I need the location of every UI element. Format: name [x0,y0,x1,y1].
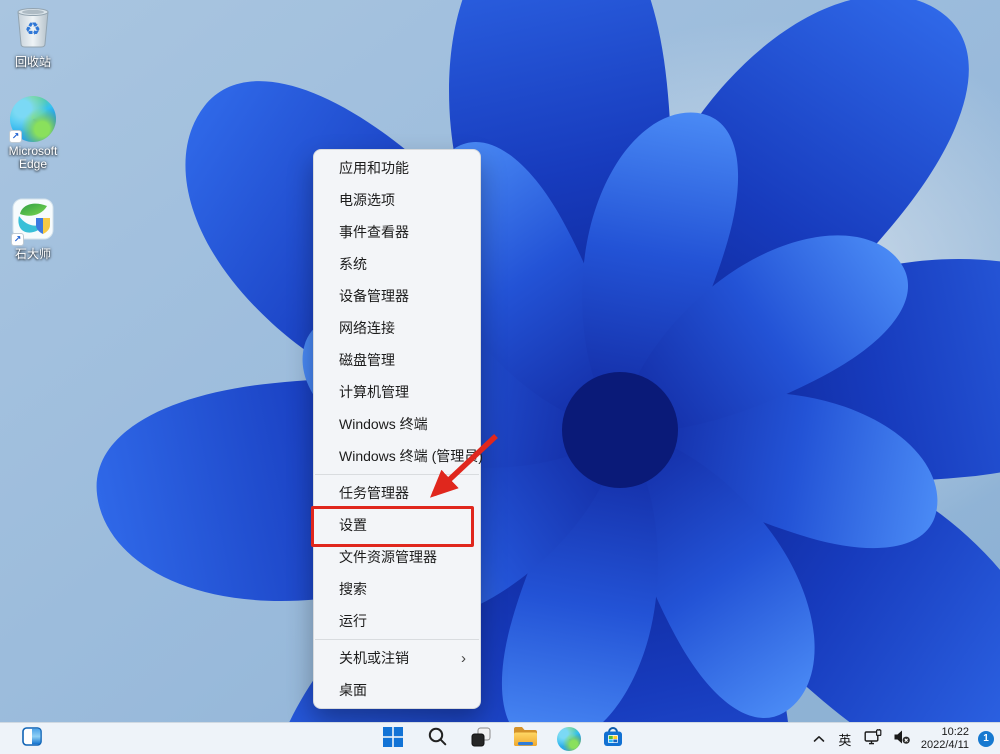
volume-muted-icon [893,729,911,750]
menu-item-label: 设置 [339,515,470,535]
wallpaper-bloom [0,0,1000,754]
hidden-icons-chevron-icon [813,730,825,748]
menu-item-label: 运行 [339,611,470,631]
search-icon [427,726,448,752]
winx-menu-list: 应用和功能电源选项事件查看器系统设备管理器网络连接磁盘管理计算机管理 Window… [314,152,480,706]
menu-item-label: 应用和功能 [339,158,470,178]
menu-item-label: 文件资源管理器 [339,547,470,567]
file-explorer-icon [513,726,538,752]
file-explorer-button[interactable] [513,726,537,752]
network-button[interactable] [863,726,883,752]
menu-item-settings[interactable]: 设置 [314,509,480,541]
menu-item-system[interactable]: 系统 [314,248,480,280]
menu-item-device-manager[interactable]: 设备管理器 [314,280,480,312]
start-icon [382,726,404,753]
menu-item-shutdown-signout[interactable]: 关机或注销› [314,642,480,674]
shortcut-arrow-icon: ↗ [9,130,22,143]
clock-time: 10:22 [921,726,969,739]
menu-item-label: 网络连接 [339,318,470,338]
svg-text:♻: ♻ [25,19,41,40]
widgets-button[interactable] [20,726,44,752]
menu-divider [315,639,479,640]
menu-item-label: 事件查看器 [339,222,470,242]
desktop-icon-label: Microsoft Edge [2,145,64,171]
menu-item-computer-management[interactable]: 计算机管理 [314,376,480,408]
menu-item-apps-features[interactable]: 应用和功能 [314,152,480,184]
clock-date: 2022/4/11 [921,739,969,752]
menu-item-label: Windows 终端 [339,414,470,434]
menu-item-windows-terminal[interactable]: Windows 终端 [314,408,480,440]
menu-item-label: 计算机管理 [339,382,470,402]
hidden-icons-button[interactable] [811,726,827,752]
submenu-chevron-icon: › [461,650,466,667]
clock[interactable]: 10:22 2022/4/11 [921,726,969,752]
menu-item-search[interactable]: 搜索 [314,573,480,605]
task-view-icon [470,726,492,753]
ime-indicator[interactable]: 英 [836,726,854,752]
ime-label: 英 [838,730,851,749]
menu-item-label: 关机或注销 [339,648,461,668]
menu-item-label: 设备管理器 [339,286,470,306]
menu-item-event-viewer[interactable]: 事件查看器 [314,216,480,248]
shortcut-arrow-icon: ↗ [11,233,24,246]
menu-item-network-connections[interactable]: 网络连接 [314,312,480,344]
ethernet-icon [864,729,882,750]
menu-item-label: 电源选项 [339,190,470,210]
winx-context-menu: 应用和功能电源选项事件查看器系统设备管理器网络连接磁盘管理计算机管理 Window… [313,149,481,709]
notification-badge[interactable]: 1 [978,731,994,747]
store-icon [601,725,625,754]
menu-item-label: 任务管理器 [339,483,470,503]
recycle-bin-icon: ♻ [13,4,53,53]
desktop-icon-recycle-bin[interactable]: ♻ 回收站 [2,4,64,69]
desktop: ♻ 回收站 ↗ Microsoft Edge [0,0,1000,754]
menu-item-task-manager[interactable]: 任务管理器 [314,477,480,509]
menu-item-label: 系统 [339,254,470,274]
menu-item-label: 桌面 [339,680,470,700]
volume-button[interactable] [892,726,912,752]
widgets-icon [22,727,42,751]
menu-item-file-explorer[interactable]: 文件资源管理器 [314,541,480,573]
edge-icon [557,727,581,751]
desktop-icon-shi-da-shi[interactable]: ↗ 石大师 [2,198,64,261]
menu-item-windows-terminal-admin[interactable]: Windows 终端 (管理员) [314,440,480,472]
start-button[interactable] [381,726,405,752]
menu-item-disk-management[interactable]: 磁盘管理 [314,344,480,376]
task-view-button[interactable] [469,726,493,752]
menu-divider [315,474,479,475]
taskbar: 英 [0,722,1000,754]
menu-item-label: 磁盘管理 [339,350,470,370]
menu-item-label: 搜索 [339,579,470,599]
menu-item-label: Windows 终端 (管理员) [339,446,483,466]
store-button[interactable] [601,726,625,752]
edge-button[interactable] [557,726,581,752]
desktop-icon-microsoft-edge[interactable]: ↗ Microsoft Edge [2,96,64,171]
search-button[interactable] [425,726,449,752]
shi-da-shi-icon: ↗ [12,198,54,245]
desktop-icon-label: 石大师 [15,248,51,261]
menu-item-desktop[interactable]: 桌面 [314,674,480,706]
edge-icon: ↗ [10,96,56,142]
desktop-icon-label: 回收站 [15,56,51,69]
menu-item-power-options[interactable]: 电源选项 [314,184,480,216]
menu-item-run[interactable]: 运行 [314,605,480,637]
